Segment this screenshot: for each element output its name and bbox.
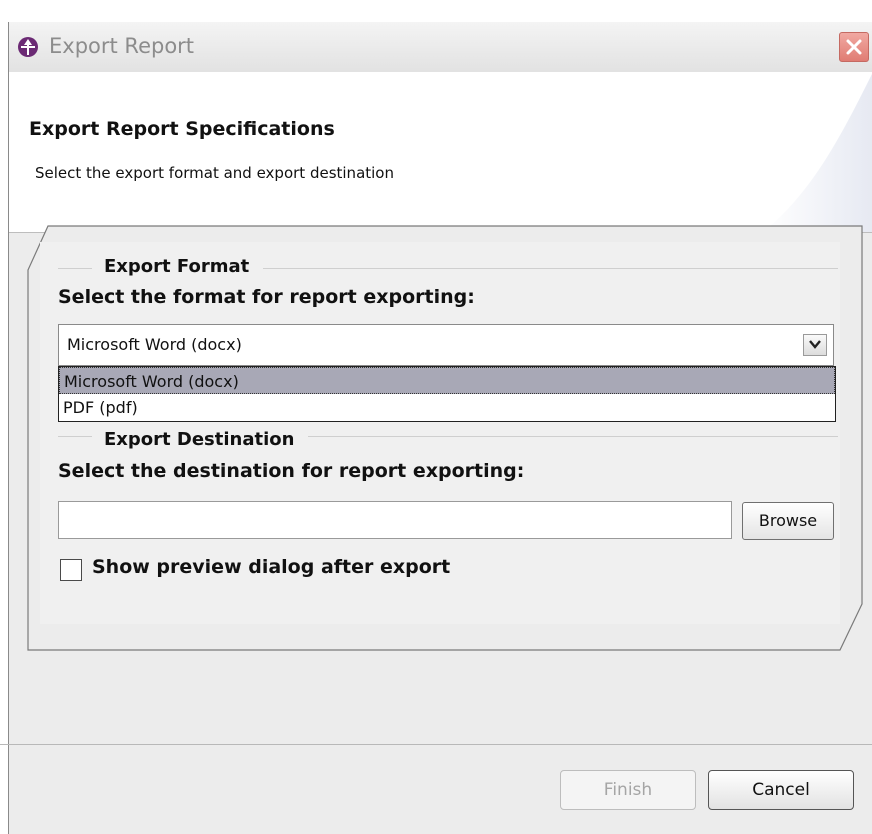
format-group-legend: Export Format bbox=[92, 256, 264, 277]
preview-checkbox-label: Show preview dialog after export bbox=[92, 556, 451, 578]
format-label: Select the format for report exporting: bbox=[58, 286, 475, 308]
footer-divider bbox=[0, 744, 872, 745]
format-dropdown-list: Microsoft Word (docx) PDF (pdf) bbox=[58, 366, 836, 422]
format-option-docx[interactable]: Microsoft Word (docx) bbox=[59, 367, 835, 394]
destination-group-legend: Export Destination bbox=[92, 429, 309, 450]
format-option-pdf[interactable]: PDF (pdf) bbox=[59, 394, 835, 421]
cancel-button[interactable]: Cancel bbox=[708, 770, 854, 810]
finish-button[interactable]: Finish bbox=[560, 770, 696, 810]
destination-label: Select the destination for report export… bbox=[58, 460, 525, 482]
format-select-value: Microsoft Word (docx) bbox=[67, 335, 242, 354]
chevron-down-icon[interactable] bbox=[803, 334, 827, 356]
format-select[interactable]: Microsoft Word (docx) bbox=[58, 324, 834, 366]
preview-checkbox[interactable] bbox=[60, 559, 82, 581]
browse-button[interactable]: Browse bbox=[742, 502, 834, 540]
destination-path-input[interactable] bbox=[58, 501, 732, 539]
